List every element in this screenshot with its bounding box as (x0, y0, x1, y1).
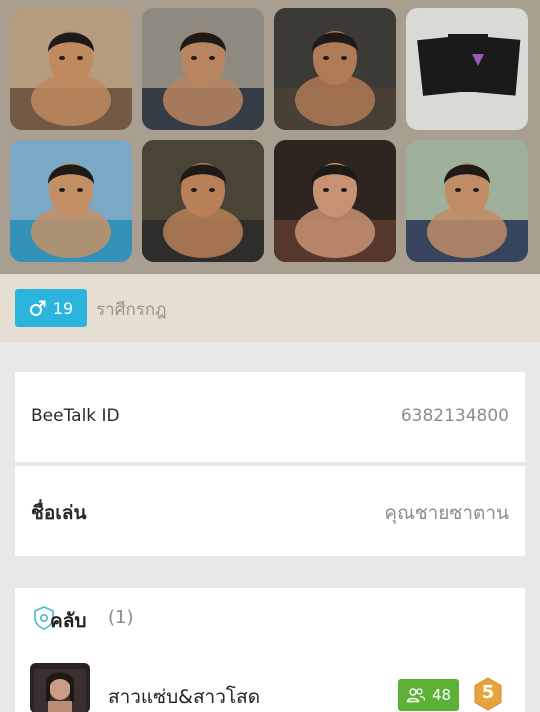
club-avatar-image (30, 663, 90, 712)
club-level-badge: 5 (473, 677, 503, 711)
profile-photo[interactable] (274, 8, 396, 130)
club-member-count-badge: 48 (398, 679, 459, 711)
profile-photo[interactable] (10, 8, 132, 130)
age-label: 19 (52, 298, 74, 318)
club-avatar[interactable] (30, 663, 90, 712)
photo-gallery (0, 0, 540, 274)
beetalk-id-value: 6382134800 (400, 406, 509, 426)
beetalk-id-label: BeeTalk ID (31, 406, 120, 426)
male-icon (29, 300, 46, 316)
clubs-title: คลับ (50, 610, 87, 632)
club-member-count: 48 (431, 686, 452, 704)
nickname-row: ชื่อเล่น คุณชายซาตาน (15, 466, 525, 556)
profile-photo[interactable] (406, 8, 528, 130)
clubs-count: (1) (108, 607, 134, 628)
nickname-label: ชื่อเล่น (31, 502, 87, 524)
profile-photo[interactable] (274, 140, 396, 262)
club-level: 5 (481, 682, 495, 703)
profile-photo[interactable] (406, 140, 528, 262)
profile-photo[interactable] (142, 8, 264, 130)
beetalk-id-row: BeeTalk ID 6382134800 (15, 372, 525, 462)
profile-photo[interactable] (142, 140, 264, 262)
profile-photo[interactable] (10, 140, 132, 262)
nickname-value: คุณชายซาตาน (384, 502, 509, 524)
group-icon (406, 688, 426, 703)
club-name[interactable]: สาวแซ่บ&สาวโสด (108, 682, 260, 712)
zodiac-label: ราศีกรกฎ (96, 300, 167, 320)
gender-age-badge: 19 (15, 289, 87, 327)
